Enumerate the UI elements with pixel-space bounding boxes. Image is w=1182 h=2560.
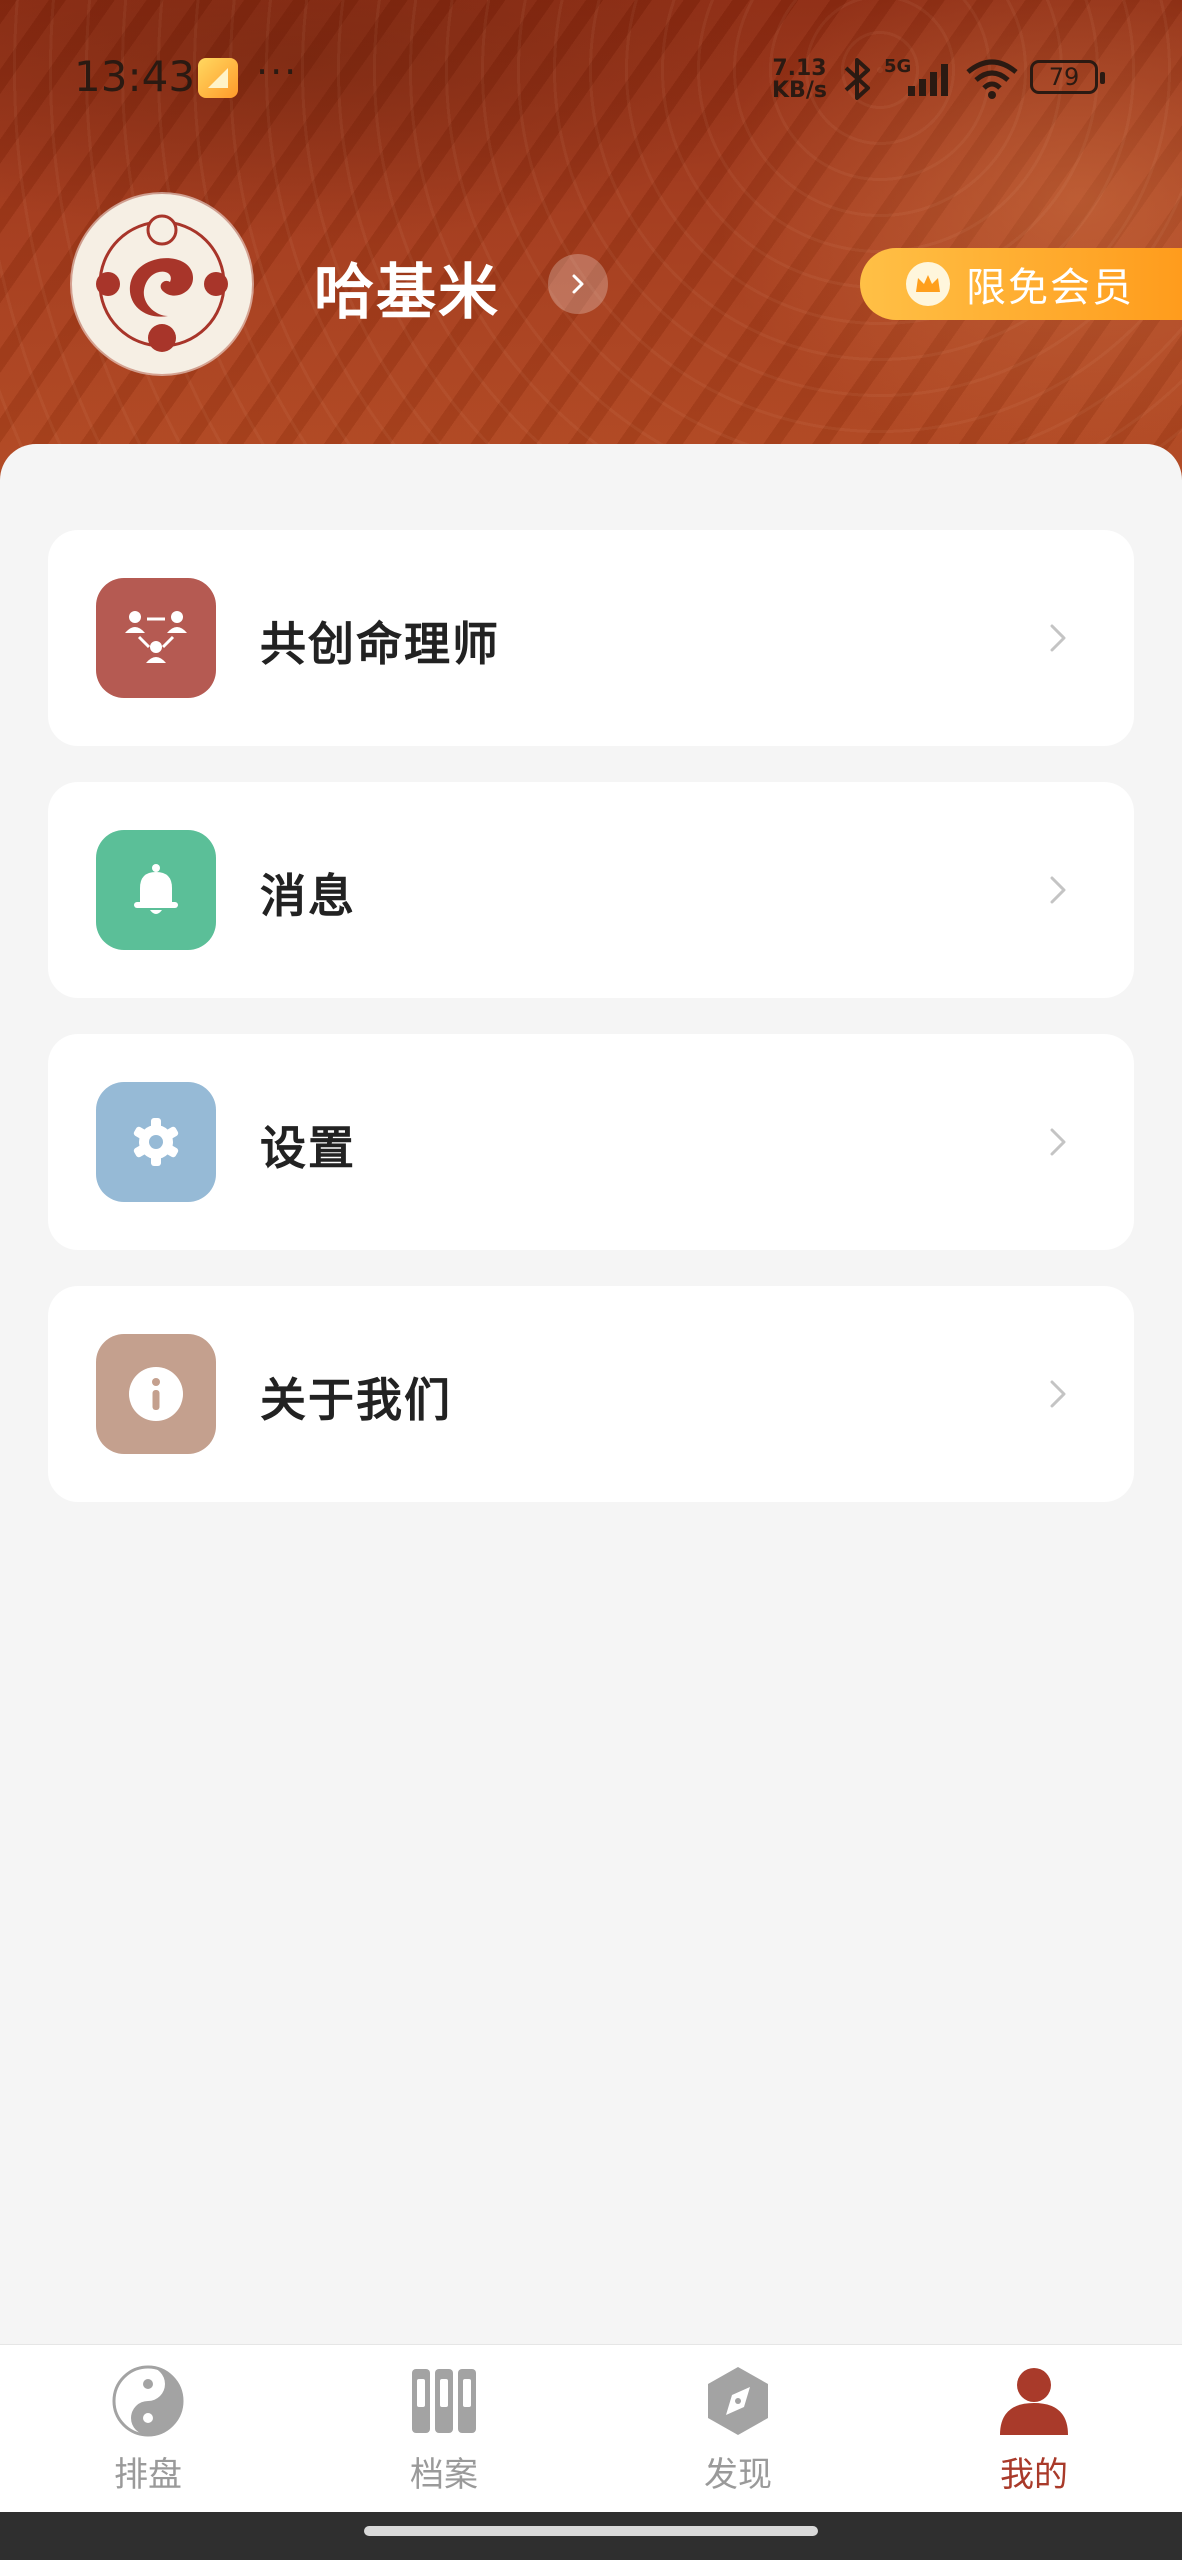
avatar[interactable] [72,194,252,374]
chevron-right-icon [572,274,584,294]
chevron-right-icon [1050,1380,1066,1408]
profile-edit-button[interactable] [548,254,608,314]
vip-badge-button[interactable]: 限免会员 [860,248,1182,320]
gallery-notification-icon [198,58,238,98]
profile-header: 13:43 ··· 7.13 KB/s 5G 79 哈基米 限免会员 [0,0,1182,480]
system-nav-bar [0,2512,1182,2560]
user-icon [1000,2368,1068,2435]
menu-item-settings[interactable]: 设置 [48,1034,1134,1250]
chevron-right-icon [1050,1128,1066,1156]
gear-icon [96,1082,216,1202]
status-time: 13:43 [74,52,196,101]
home-indicator[interactable] [364,2526,818,2536]
nav-label: 排盘 [114,2455,182,2495]
network-speed: 7.13 KB/s [772,56,827,103]
menu-label: 关于我们 [260,1373,452,1427]
more-notifications-icon: ··· [256,50,299,94]
info-icon [96,1334,216,1454]
chevron-right-icon [1050,624,1066,652]
bluetooth-icon [844,58,870,100]
menu-item-messages[interactable]: 消息 [48,782,1134,998]
nav-tab-archive[interactable]: 档案 [354,2365,534,2505]
wifi-icon [966,59,1018,99]
signal-icon [908,64,948,96]
username[interactable]: 哈基米 [314,244,500,331]
vip-label: 限免会员 [966,265,1134,311]
bottom-nav: 排盘 档案 发现 我的 [0,2344,1182,2513]
menu-item-about[interactable]: 关于我们 [48,1286,1134,1502]
nav-tab-mine[interactable]: 我的 [944,2365,1124,2505]
nav-tab-paipan[interactable]: 排盘 [58,2365,238,2505]
menu-label: 消息 [260,869,356,923]
team-icon [96,578,216,698]
nav-tab-discover[interactable]: 发现 [648,2365,828,2505]
nav-label: 发现 [704,2455,772,2495]
crown-icon [906,262,950,306]
archive-icon [412,2369,476,2433]
chevron-right-icon [1050,876,1066,904]
menu-panel: 共创命理师 消息 设置 关于我们 [0,444,1182,2344]
nav-label: 档案 [410,2455,478,2495]
compass-icon [708,2367,768,2435]
menu-item-co-creator[interactable]: 共创命理师 [48,530,1134,746]
menu-label: 共创命理师 [260,617,500,671]
status-bar: 13:43 ··· 7.13 KB/s 5G 79 [0,0,1182,156]
menu-label: 设置 [260,1121,356,1175]
bell-icon [96,830,216,950]
avatar-logo-icon [96,214,228,352]
battery-indicator: 79 [1030,60,1105,94]
nav-label: 我的 [1000,2455,1068,2495]
yin-yang-icon [112,2365,184,2437]
